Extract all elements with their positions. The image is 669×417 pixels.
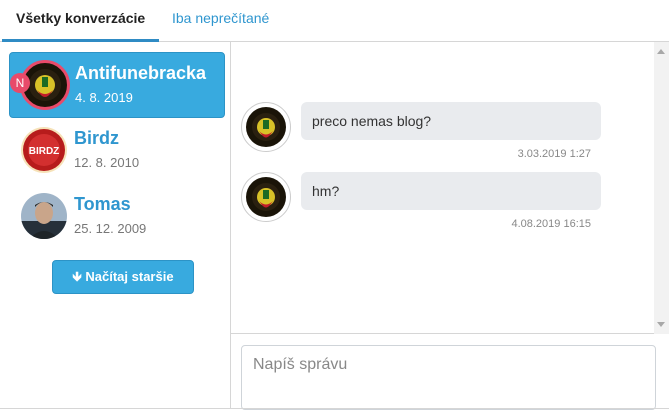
new-badge: N bbox=[10, 73, 30, 93]
scroll-up-icon[interactable] bbox=[657, 49, 665, 54]
message-scrollbar[interactable] bbox=[654, 42, 669, 334]
conversation-name: Tomas bbox=[74, 194, 131, 214]
divider bbox=[0, 408, 669, 409]
message-avatar bbox=[241, 172, 291, 222]
conversation-list: N Antifunebracka 4. 8. 2019 BIRDZ Birdz … bbox=[0, 42, 231, 408]
message-timestamp: 3.03.2019 1:27 bbox=[517, 148, 591, 160]
message-timestamp: 4.08.2019 16:15 bbox=[511, 218, 591, 230]
message-bubble: preco nemas blog? bbox=[301, 102, 601, 140]
message-input[interactable]: Napíš správu bbox=[241, 345, 656, 410]
conversation-item-antifunebracka[interactable]: N Antifunebracka 4. 8. 2019 bbox=[9, 52, 225, 118]
load-older-label: Načítaj staršie bbox=[85, 269, 174, 284]
tab-all-conversations[interactable]: Všetky konverzácie bbox=[2, 0, 160, 42]
message-thread: preco nemas blog? 3.03.2019 1:27 hm? 4.0… bbox=[231, 42, 654, 334]
message-bubble: hm? bbox=[301, 172, 601, 210]
conversation-name: Antifunebracka bbox=[75, 63, 207, 83]
conversation-item-tomas[interactable]: Tomas 25. 12. 2009 bbox=[9, 184, 225, 250]
message-avatar bbox=[241, 102, 291, 152]
conversation-date: 4. 8. 2019 bbox=[75, 90, 133, 105]
conversation-tabs: Všetky konverzácie Iba neprečítané bbox=[0, 0, 669, 42]
tab-unread-only[interactable]: Iba neprečítané bbox=[158, 0, 283, 42]
conversation-date: 25. 12. 2009 bbox=[74, 221, 147, 236]
avatar: BIRDZ bbox=[21, 127, 67, 173]
scroll-down-icon[interactable] bbox=[657, 322, 665, 327]
avatar bbox=[21, 193, 67, 239]
conversation-name: Birdz bbox=[74, 128, 119, 148]
svg-text:BIRDZ: BIRDZ bbox=[29, 146, 60, 157]
conversation-item-birdz[interactable]: BIRDZ Birdz 12. 8. 2010 bbox=[9, 118, 225, 184]
conversation-date: 12. 8. 2010 bbox=[74, 155, 140, 170]
load-older-button[interactable]: 🡻 Načítaj staršie bbox=[52, 260, 194, 294]
arrow-down-icon: 🡻 bbox=[72, 269, 82, 284]
